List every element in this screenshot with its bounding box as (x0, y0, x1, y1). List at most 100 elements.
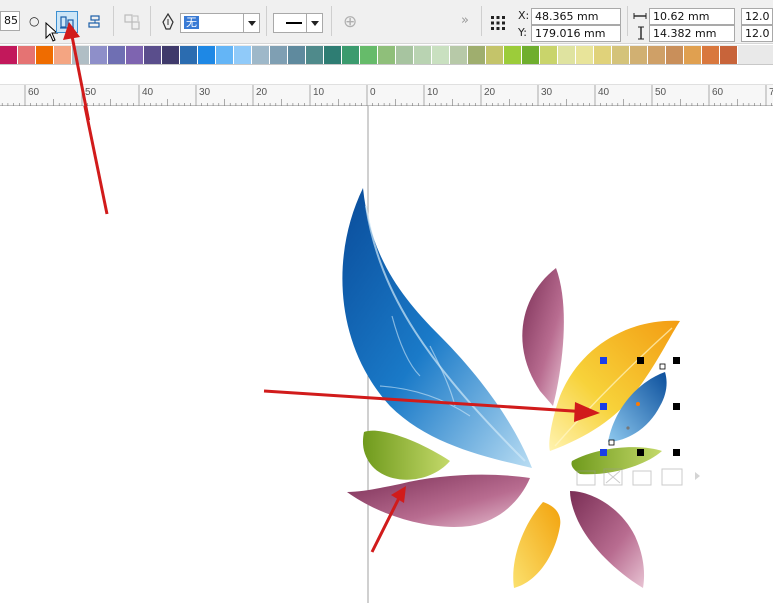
arrange-icon (88, 15, 100, 28)
arrange-button[interactable] (84, 11, 106, 33)
chevron-down-icon[interactable] (306, 13, 322, 33)
color-swatch[interactable] (144, 46, 162, 64)
color-swatch[interactable] (540, 46, 558, 64)
green-right-leaf (571, 447, 662, 475)
color-swatch[interactable] (648, 46, 666, 64)
separator (627, 6, 628, 36)
color-swatch[interactable] (108, 46, 126, 64)
ruler-label: 20 (484, 87, 496, 98)
color-swatch[interactable] (504, 46, 522, 64)
color-swatch[interactable] (612, 46, 630, 64)
fill-select-value: 无 (184, 16, 199, 29)
color-swatch[interactable] (360, 46, 378, 64)
convert-button[interactable] (121, 11, 143, 33)
circle-icon[interactable]: ○ (29, 14, 39, 28)
ruler-label: 30 (199, 87, 211, 98)
color-swatch[interactable] (378, 46, 396, 64)
pen-icon (162, 13, 174, 30)
line-style-icon (286, 22, 302, 24)
purple-bottom-right-leaf (570, 491, 645, 588)
scale-y-field[interactable]: 12.0 (741, 25, 773, 42)
more-options-icon[interactable]: » (461, 13, 469, 28)
separator (266, 6, 267, 36)
color-swatch[interactable] (414, 46, 432, 64)
horizontal-ruler[interactable]: 60 50 40 30 20 10 0 10 20 30 40 50 60 70 (0, 84, 773, 107)
fill-select[interactable]: 无 (180, 13, 260, 33)
color-swatch[interactable] (450, 46, 468, 64)
color-swatch[interactable] (252, 46, 270, 64)
color-swatch[interactable] (396, 46, 414, 64)
color-swatch[interactable] (126, 46, 144, 64)
drawing-canvas[interactable] (0, 28, 773, 603)
color-swatch[interactable] (0, 46, 18, 64)
ruler-label: 50 (655, 87, 667, 98)
color-swatch[interactable] (702, 46, 720, 64)
y-position-field[interactable]: 179.016 mm (531, 25, 621, 42)
chevron-down-icon[interactable] (243, 13, 259, 33)
align-button[interactable] (56, 11, 78, 33)
color-swatch[interactable] (18, 46, 36, 64)
ruler-label: 60 (712, 87, 724, 98)
align-icon (60, 16, 74, 29)
ruler-label: 70 (769, 87, 773, 98)
scale-x-field[interactable]: 12.0 (741, 8, 773, 25)
ruler-label: 20 (256, 87, 268, 98)
separator (113, 6, 114, 36)
width-field[interactable]: 10.62 mm (649, 8, 735, 25)
color-swatch[interactable] (306, 46, 324, 64)
line-style-select[interactable] (273, 13, 323, 33)
color-swatch[interactable] (720, 46, 738, 64)
ruler-label: 40 (598, 87, 610, 98)
separator (150, 6, 151, 36)
color-swatch[interactable] (36, 46, 54, 64)
color-swatch[interactable] (630, 46, 648, 64)
ruler-label: 30 (541, 87, 553, 98)
ruler-label: 10 (313, 87, 325, 98)
ruler-label: 10 (427, 87, 439, 98)
color-swatch[interactable] (342, 46, 360, 64)
color-swatch[interactable] (522, 46, 540, 64)
pen-tool-button[interactable] (157, 11, 179, 33)
x-label: X: (518, 9, 530, 22)
color-swatch[interactable] (72, 46, 90, 64)
color-swatch[interactable] (666, 46, 684, 64)
plus-icon[interactable]: ⊕ (343, 12, 357, 32)
color-swatch[interactable] (558, 46, 576, 64)
color-swatch[interactable] (576, 46, 594, 64)
separator (481, 6, 482, 36)
width-icon (633, 13, 647, 19)
color-swatch[interactable] (198, 46, 216, 64)
color-swatch[interactable] (468, 46, 486, 64)
color-swatch[interactable] (54, 46, 72, 64)
purple-bottom-left-leaf (347, 474, 530, 527)
artwork (63, 28, 700, 603)
y-label: Y: (518, 26, 527, 39)
height-field[interactable]: 14.382 mm (649, 25, 735, 42)
color-swatch[interactable] (270, 46, 288, 64)
color-swatch[interactable] (594, 46, 612, 64)
object-origin-icon[interactable] (490, 15, 506, 31)
height-icon (638, 26, 644, 40)
outline-width-field[interactable]: 85 (0, 11, 20, 31)
color-swatch[interactable] (486, 46, 504, 64)
color-swatch[interactable] (234, 46, 252, 64)
color-swatch[interactable] (432, 46, 450, 64)
corel-window: 85 ○ 无 ⊕ » X: 48.365 mm Y: 179.016 mm 10… (0, 0, 773, 603)
color-swatch[interactable] (324, 46, 342, 64)
ruler-label: 0 (370, 87, 376, 98)
color-swatch[interactable] (288, 46, 306, 64)
floating-toolbar (576, 468, 700, 486)
purple-top-leaf (522, 268, 564, 406)
x-position-field[interactable]: 48.365 mm (531, 8, 621, 25)
ruler-label: 60 (28, 87, 40, 98)
color-swatch[interactable] (180, 46, 198, 64)
color-swatch[interactable] (90, 46, 108, 64)
ruler-label: 40 (142, 87, 154, 98)
color-swatch[interactable] (162, 46, 180, 64)
arrow-to-align (71, 47, 109, 215)
convert-icon (124, 14, 140, 30)
color-swatch[interactable] (684, 46, 702, 64)
color-swatch[interactable] (216, 46, 234, 64)
separator (331, 6, 332, 36)
ruler-label: 50 (85, 87, 97, 98)
